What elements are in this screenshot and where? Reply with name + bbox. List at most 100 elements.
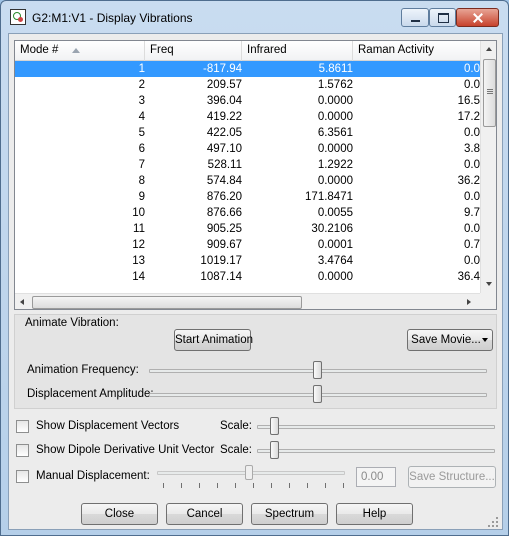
horizontal-scrollbar[interactable]	[15, 293, 480, 309]
show-displacement-vectors-checkbox[interactable]	[16, 420, 29, 433]
infrared-cell: 1.2922	[317, 159, 353, 171]
tick-mark	[271, 483, 272, 488]
raman-cell: 36.2	[457, 175, 480, 187]
horizontal-scroll-thumb[interactable]	[32, 296, 302, 309]
vibrations-table[interactable]: Mode # Freq Infrared Raman Activity 1 -81…	[14, 40, 497, 310]
column-header-raman[interactable]: Raman Activity	[353, 41, 480, 61]
raman-cell: 0.0	[464, 255, 480, 267]
column-header-freq[interactable]: Freq	[145, 41, 242, 61]
mode-cell: 12	[132, 239, 145, 251]
mode-cell: 5	[138, 127, 145, 139]
table-row[interactable]: 14 1087.14 0.0000 36.4	[15, 269, 480, 285]
start-animation-button[interactable]: Start Animation	[174, 329, 253, 351]
mode-cell: 11	[133, 223, 145, 235]
manual-displacement-slider[interactable]	[245, 465, 253, 480]
tick-mark	[289, 483, 290, 488]
animation-frequency-slider[interactable]	[313, 361, 322, 379]
table-row[interactable]: 9 876.20 171.8471 0.0	[15, 189, 480, 205]
infrared-cell: 0.0000	[317, 143, 353, 155]
raman-cell: 0.0	[464, 79, 480, 91]
tick-mark	[199, 483, 200, 488]
infrared-cell: 0.0001	[317, 239, 353, 251]
infrared-cell: 5.8611	[318, 63, 353, 75]
dipole-scale-track[interactable]	[257, 449, 495, 453]
minimize-icon[interactable]	[401, 8, 429, 27]
freq-cell: 909.67	[206, 239, 242, 251]
title-bar[interactable]: G2:M1:V1 - Display Vibrations	[1, 1, 508, 35]
close-window-icon[interactable]	[456, 8, 499, 27]
vertical-scrollbar[interactable]	[480, 41, 496, 293]
table-row[interactable]: 1 -817.94 5.8611 0.0	[15, 61, 480, 77]
animate-vibration-label: Animate Vibration:	[25, 317, 119, 329]
save-structure-button[interactable]: Save Structure...	[408, 466, 496, 488]
table-row[interactable]: 4 419.22 0.0000 17.2	[15, 109, 480, 125]
freq-cell: 1087.14	[200, 271, 242, 283]
manual-displacement-value[interactable]: 0.00	[356, 467, 396, 487]
vectors-scale-slider[interactable]	[270, 417, 279, 435]
table-row[interactable]: 6 497.10 0.0000 3.8	[15, 141, 480, 157]
gaussview-app-icon[interactable]	[10, 9, 26, 25]
save-movie-button[interactable]: Save Movie...	[407, 329, 493, 351]
mode-cell: 13	[132, 255, 145, 267]
vertical-scroll-thumb[interactable]	[483, 59, 496, 127]
freq-cell: 497.10	[206, 143, 242, 155]
mode-cell: 7	[138, 159, 145, 171]
displacement-amplitude-slider[interactable]	[313, 385, 322, 403]
freq-cell: 876.20	[206, 191, 242, 203]
infrared-cell: 3.4764	[317, 255, 353, 267]
help-button[interactable]: Help	[336, 503, 413, 525]
infrared-cell: 0.0000	[317, 175, 353, 187]
raman-cell: 3.8	[464, 143, 480, 155]
maximize-icon[interactable]	[429, 8, 456, 27]
freq-cell: 396.04	[206, 95, 242, 107]
column-header-infrared[interactable]: Infrared	[242, 41, 353, 61]
show-dipole-derivative-checkbox[interactable]	[16, 444, 29, 457]
dialog-body: Mode # Freq Infrared Raman Activity 1 -81…	[8, 33, 503, 530]
tick-mark	[343, 483, 344, 488]
tick-mark	[253, 483, 254, 488]
dipole-scale-slider[interactable]	[270, 441, 279, 459]
table-row[interactable]: 12 909.67 0.0001 0.7	[15, 237, 480, 253]
cancel-button[interactable]: Cancel	[166, 503, 243, 525]
freq-cell: 1019.17	[200, 255, 242, 267]
scroll-corner	[480, 293, 496, 309]
raman-cell: 0.0	[464, 223, 480, 235]
manual-displacement-checkbox[interactable]	[16, 470, 29, 483]
resize-grip-icon[interactable]	[487, 516, 499, 528]
freq-cell: 876.66	[206, 207, 242, 219]
tick-mark	[307, 483, 308, 488]
table-row[interactable]: 7 528.11 1.2922 0.0	[15, 157, 480, 173]
raman-cell: 0.0	[464, 191, 480, 203]
scroll-up-icon[interactable]	[486, 47, 492, 51]
table-row[interactable]: 8 574.84 0.0000 36.2	[15, 173, 480, 189]
tick-mark	[163, 483, 164, 488]
scroll-right-icon[interactable]	[467, 299, 471, 305]
infrared-cell: 0.0055	[317, 207, 353, 219]
raman-cell: 9.7	[464, 207, 480, 219]
column-header-label: Raman Activity	[358, 44, 435, 56]
table-body: 1 -817.94 5.8611 0.0 2 209.57 1.5762 0.0 3 396.04…	[15, 61, 480, 293]
infrared-cell: 30.2106	[311, 223, 353, 235]
display-vibrations-window: G2:M1:V1 - Display Vibrations Mode # Fre…	[0, 0, 509, 536]
table-row[interactable]: 3 396.04 0.0000 16.5	[15, 93, 480, 109]
tick-mark	[181, 483, 182, 488]
scroll-down-icon[interactable]	[486, 282, 492, 286]
freq-cell: 574.84	[206, 175, 242, 187]
table-row[interactable]: 2 209.57 1.5762 0.0	[15, 77, 480, 93]
animation-frequency-label: Animation Frequency:	[27, 364, 139, 376]
close-button[interactable]: Close	[81, 503, 158, 525]
table-row[interactable]: 5 422.05 6.3561 0.0	[15, 125, 480, 141]
table-row[interactable]: 11 905.25 30.2106 0.0	[15, 221, 480, 237]
infrared-cell: 0.0000	[317, 95, 353, 107]
freq-cell: 528.11	[207, 159, 242, 171]
vectors-scale-track[interactable]	[257, 425, 495, 429]
scroll-left-icon[interactable]	[20, 299, 24, 305]
mode-cell: 2	[138, 79, 145, 91]
column-header-mode[interactable]: Mode #	[15, 41, 145, 61]
table-row[interactable]: 13 1019.17 3.4764 0.0	[15, 253, 480, 269]
spectrum-button[interactable]: Spectrum	[251, 503, 328, 525]
infrared-cell: 1.5762	[317, 79, 353, 91]
table-row[interactable]: 10 876.66 0.0055 9.7	[15, 205, 480, 221]
dropdown-arrow-icon	[482, 338, 488, 342]
sort-ascending-icon	[72, 48, 80, 53]
